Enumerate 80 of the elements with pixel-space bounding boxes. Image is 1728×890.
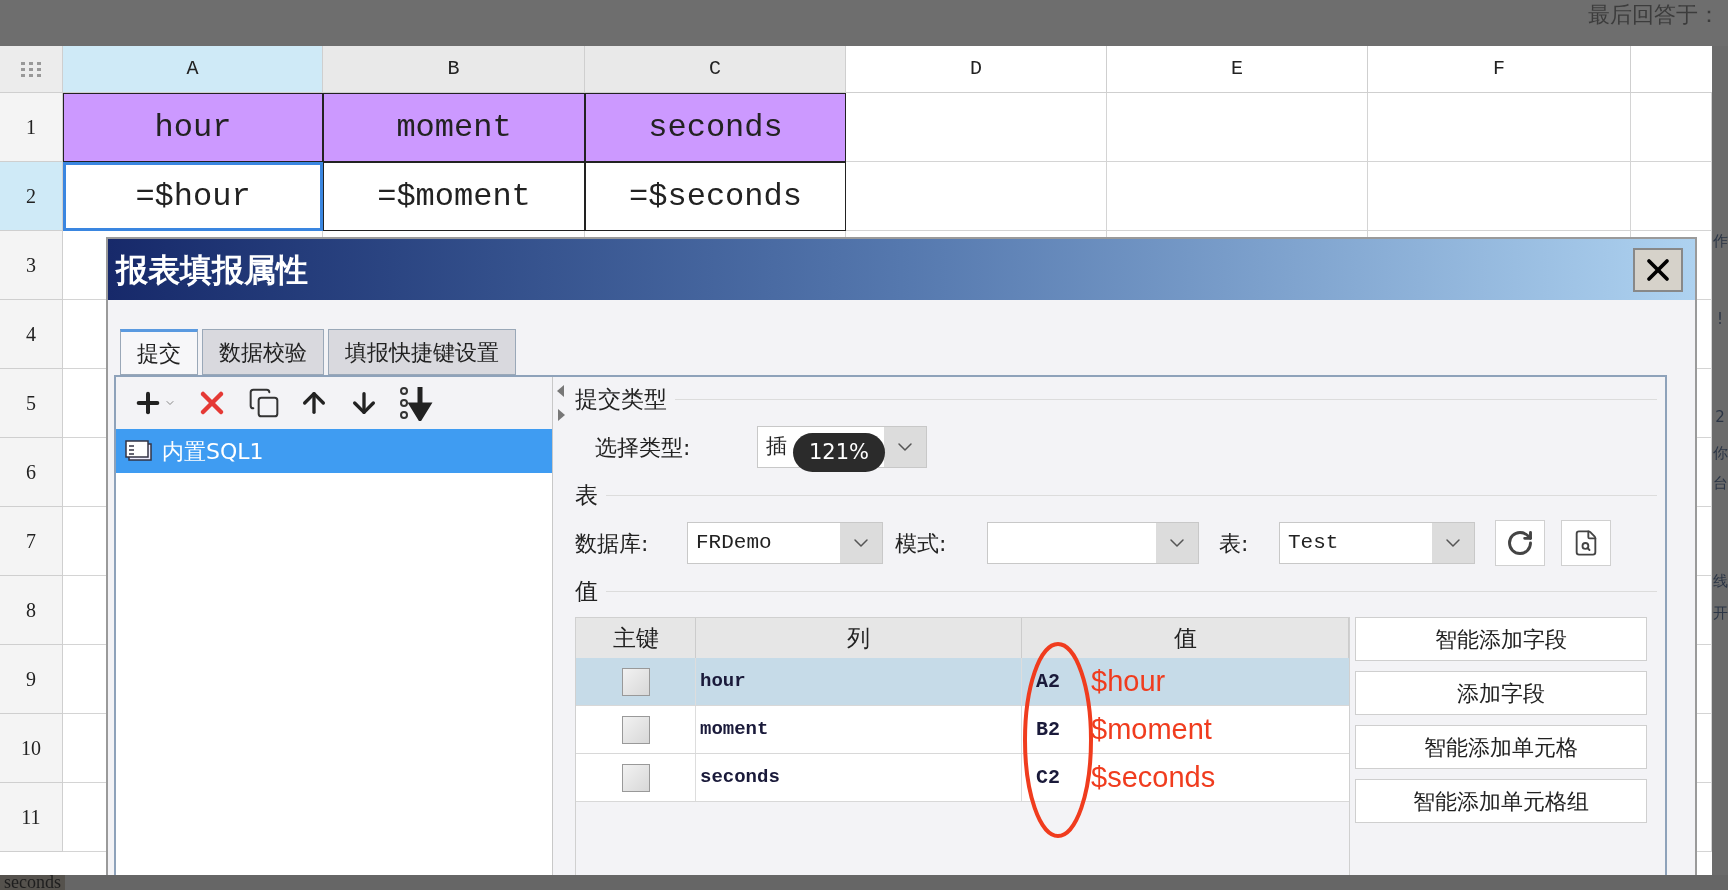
tab[interactable]: 提交 xyxy=(120,329,198,375)
sheet-cell[interactable]: moment xyxy=(323,93,585,162)
table-cell-text: B2 xyxy=(1036,716,1060,743)
select-all-corner[interactable] xyxy=(0,46,63,93)
database-dropdown[interactable]: FRDemo xyxy=(687,522,883,564)
sheet-cell[interactable]: =$seconds xyxy=(585,162,846,231)
page-text: 线 xyxy=(1712,572,1728,590)
annotation-text: $moment xyxy=(1091,711,1212,747)
collapse-left-icon[interactable] xyxy=(557,385,565,397)
page-text: 你 xyxy=(1712,444,1728,462)
table-row[interactable]: hour A2 $hour xyxy=(576,658,1349,706)
annotation-text: $hour xyxy=(1091,663,1166,699)
annotation-text: $seconds xyxy=(1091,759,1216,795)
column-header[interactable]: C xyxy=(585,46,846,93)
field-label: 表: xyxy=(1219,529,1250,558)
action-button[interactable]: 添加字段 xyxy=(1355,671,1647,715)
column-header[interactable]: B xyxy=(323,46,585,93)
row-header[interactable]: 1 xyxy=(0,93,63,162)
empty-cell[interactable] xyxy=(1368,162,1631,231)
table-dropdown[interactable]: Test xyxy=(1279,522,1475,564)
move-to-bottom-icon[interactable] xyxy=(398,385,434,421)
empty-cell[interactable] xyxy=(1107,162,1368,231)
table-cell: hour xyxy=(696,658,1022,705)
field-label: 模式: xyxy=(895,529,948,558)
sheet-cell[interactable]: seconds xyxy=(585,93,846,162)
field-label: 选择类型: xyxy=(595,433,692,462)
schema-dropdown[interactable] xyxy=(987,522,1199,564)
checkbox[interactable] xyxy=(621,715,650,744)
sheet-cell[interactable]: =$moment xyxy=(323,162,585,231)
row-header[interactable]: 10 xyxy=(0,714,63,783)
refresh-icon xyxy=(1506,529,1534,557)
column-header[interactable]: A xyxy=(63,46,323,93)
table-icon xyxy=(124,439,154,463)
action-button[interactable]: 智能添加单元格组 xyxy=(1355,779,1647,823)
column-header[interactable]: D xyxy=(846,46,1107,93)
page-text: 2 xyxy=(1715,408,1725,426)
table-cell-text: A2 xyxy=(1036,668,1060,695)
table-cell: moment xyxy=(696,706,1022,753)
table-cell: seconds xyxy=(696,754,1022,801)
page-text: ! xyxy=(1717,310,1723,328)
sheet-cell[interactable]: hour xyxy=(63,93,323,162)
page-text: 开 xyxy=(1712,604,1728,622)
row-header[interactable]: 9 xyxy=(0,645,63,714)
column-header[interactable]: E xyxy=(1107,46,1368,93)
table-row[interactable]: moment B2 $moment xyxy=(576,706,1349,754)
row-header[interactable]: 4 xyxy=(0,300,63,369)
group-label: 值 xyxy=(575,576,598,606)
row-header[interactable]: 8 xyxy=(0,576,63,645)
grid-dots-icon xyxy=(20,61,42,77)
page-text: 作 xyxy=(1712,232,1728,250)
row-header[interactable]: 11 xyxy=(0,783,63,852)
expand-right-icon[interactable] xyxy=(557,409,565,421)
row-header[interactable]: 7 xyxy=(0,507,63,576)
field-label: 数据库: xyxy=(575,529,650,558)
preview-button[interactable] xyxy=(1561,520,1611,566)
empty-cell[interactable] xyxy=(1368,93,1631,162)
sheet-cell[interactable]: =$hour xyxy=(63,162,323,231)
empty-cell[interactable] xyxy=(1107,93,1368,162)
row-header[interactable]: 2 xyxy=(0,162,63,231)
action-button[interactable]: 智能添加单元格 xyxy=(1355,725,1647,769)
checkbox[interactable] xyxy=(621,667,650,696)
action-button[interactable]: 智能添加字段 xyxy=(1355,617,1647,661)
table-row[interactable]: seconds C2 $seconds xyxy=(576,754,1349,802)
close-button[interactable] xyxy=(1633,247,1683,292)
group-label: 提交类型 xyxy=(575,384,667,414)
checkbox[interactable] xyxy=(621,763,650,792)
row-header[interactable]: 6 xyxy=(0,438,63,507)
dialog-title: 报表填报属性 xyxy=(116,249,308,291)
tab[interactable]: 填报快捷键设置 xyxy=(328,329,516,375)
row-header[interactable]: 5 xyxy=(0,369,63,438)
page-text: 台 xyxy=(1712,474,1728,492)
row-header[interactable]: 3 xyxy=(0,231,63,300)
zoom-level-toast: 121% xyxy=(793,433,886,472)
column-header[interactable]: F xyxy=(1368,46,1631,93)
table-cell-text: C2 xyxy=(1036,764,1060,791)
refresh-button[interactable] xyxy=(1495,520,1545,566)
tab[interactable]: 数据校验 xyxy=(202,329,324,375)
footer-text: seconds xyxy=(0,875,65,890)
group-label: 表 xyxy=(575,480,598,510)
copy-icon[interactable] xyxy=(248,387,280,419)
